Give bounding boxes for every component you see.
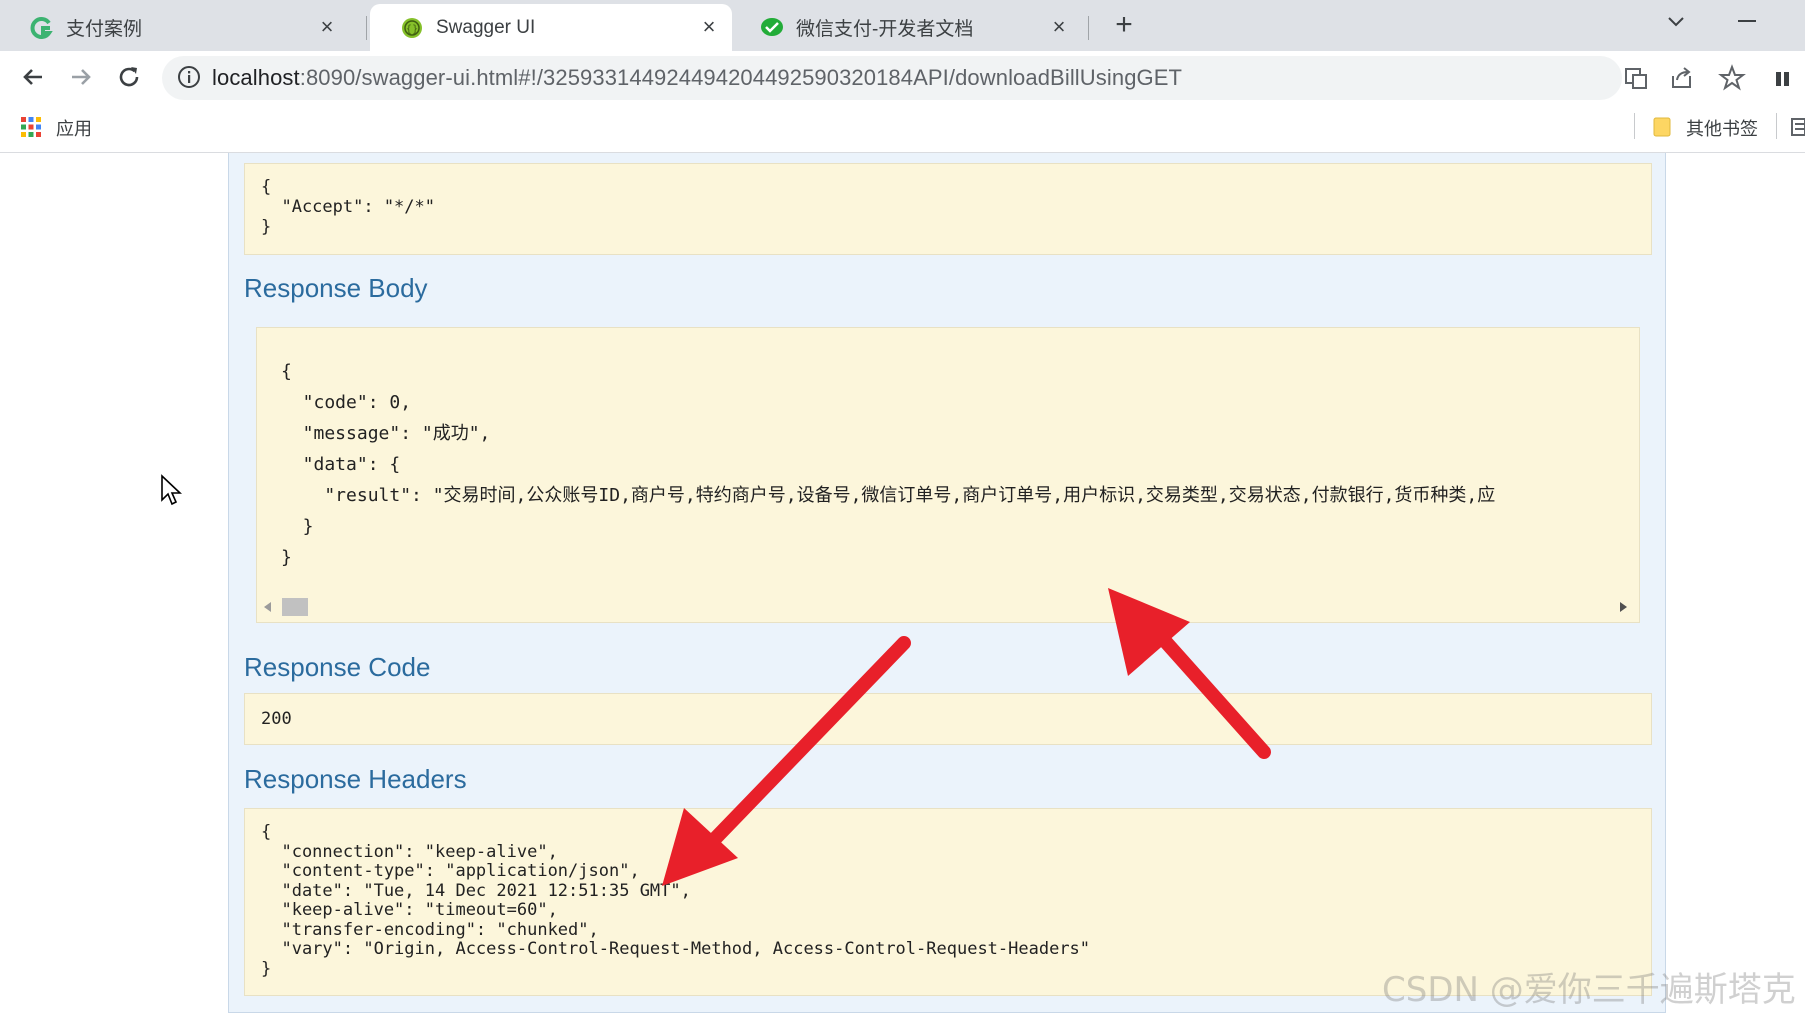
- bookmarks-bar: [0, 105, 1805, 153]
- forward-arrow-icon[interactable]: [66, 62, 96, 92]
- response-headers-title: Response Headers: [244, 764, 467, 794]
- folder-icon: [1652, 116, 1672, 138]
- extension-icon[interactable]: [1770, 64, 1798, 92]
- svg-text:{}: {}: [406, 24, 419, 35]
- bookmarks-divider: [1634, 113, 1635, 139]
- green-c-icon: [30, 16, 54, 40]
- back-arrow-icon[interactable]: [18, 62, 48, 92]
- response-code-block: 200: [244, 693, 1652, 745]
- request-headers-block: { "Accept": "*/*" }: [244, 163, 1652, 255]
- translate-icon[interactable]: [1622, 64, 1650, 92]
- horizontal-scrollbar[interactable]: [256, 595, 1636, 619]
- wechat-icon: [760, 16, 784, 40]
- window-minimize-button[interactable]: [1738, 20, 1756, 22]
- new-tab-plus-icon[interactable]: +: [1108, 8, 1140, 42]
- apps-grid-icon[interactable]: [20, 116, 42, 138]
- scroll-right-arrow-icon[interactable]: [1620, 602, 1627, 612]
- other-bookmarks[interactable]: 其他书签: [1686, 115, 1758, 141]
- request-headers-code: { "Accept": "*/*" }: [261, 177, 435, 237]
- tab-swagger-ui[interactable]: {} Swagger UI ×: [370, 4, 732, 51]
- tab-title: Swagger UI: [436, 16, 536, 38]
- mouse-cursor-icon: [160, 474, 183, 506]
- reload-icon[interactable]: [114, 62, 144, 92]
- tab-title: 支付案例: [66, 19, 143, 40]
- bookmark-star-icon[interactable]: [1718, 64, 1746, 92]
- apps-bookmark[interactable]: 应用: [56, 115, 92, 141]
- tab-payment-case[interactable]: 支付案例 ×: [0, 4, 350, 51]
- response-code-title: Response Code: [244, 652, 431, 682]
- watermark: CSDN @爱你三千遍斯塔克: [1382, 970, 1796, 1010]
- response-body-block: { "code": 0, "message": "成功", "data": { …: [256, 327, 1640, 623]
- close-icon[interactable]: ×: [698, 16, 720, 38]
- info-icon[interactable]: [176, 64, 202, 90]
- close-icon[interactable]: ×: [1048, 16, 1070, 38]
- scroll-left-arrow-icon[interactable]: [264, 602, 271, 612]
- share-icon[interactable]: [1668, 64, 1696, 92]
- url-host: localhost: [212, 65, 300, 90]
- response-headers-code: { "connection": "keep-alive", "content-t…: [261, 822, 1091, 979]
- tab-divider: [366, 16, 367, 40]
- response-body-title: Response Body: [244, 273, 428, 303]
- tab-title: 微信支付-开发者文档: [796, 19, 974, 40]
- response-body-code: { "code": 0, "message": "成功", "data": { …: [281, 361, 1496, 568]
- scrollbar-thumb[interactable]: [282, 598, 308, 616]
- swagger-icon: {}: [400, 16, 424, 40]
- url-text[interactable]: localhost:8090/swagger-ui.html#!/3259331…: [212, 63, 1182, 93]
- reading-list-icon[interactable]: [1790, 116, 1805, 138]
- tab-wechat-pay-docs[interactable]: 微信支付-开发者文档 ×: [730, 4, 1082, 51]
- chevron-down-icon[interactable]: [1664, 10, 1688, 34]
- bookmarks-divider: [1776, 113, 1777, 139]
- close-icon[interactable]: ×: [316, 16, 338, 38]
- response-code-value: 200: [261, 709, 292, 729]
- tab-divider: [1088, 16, 1089, 40]
- url-path: :8090/swagger-ui.html#!/3259331449244942…: [299, 65, 1183, 90]
